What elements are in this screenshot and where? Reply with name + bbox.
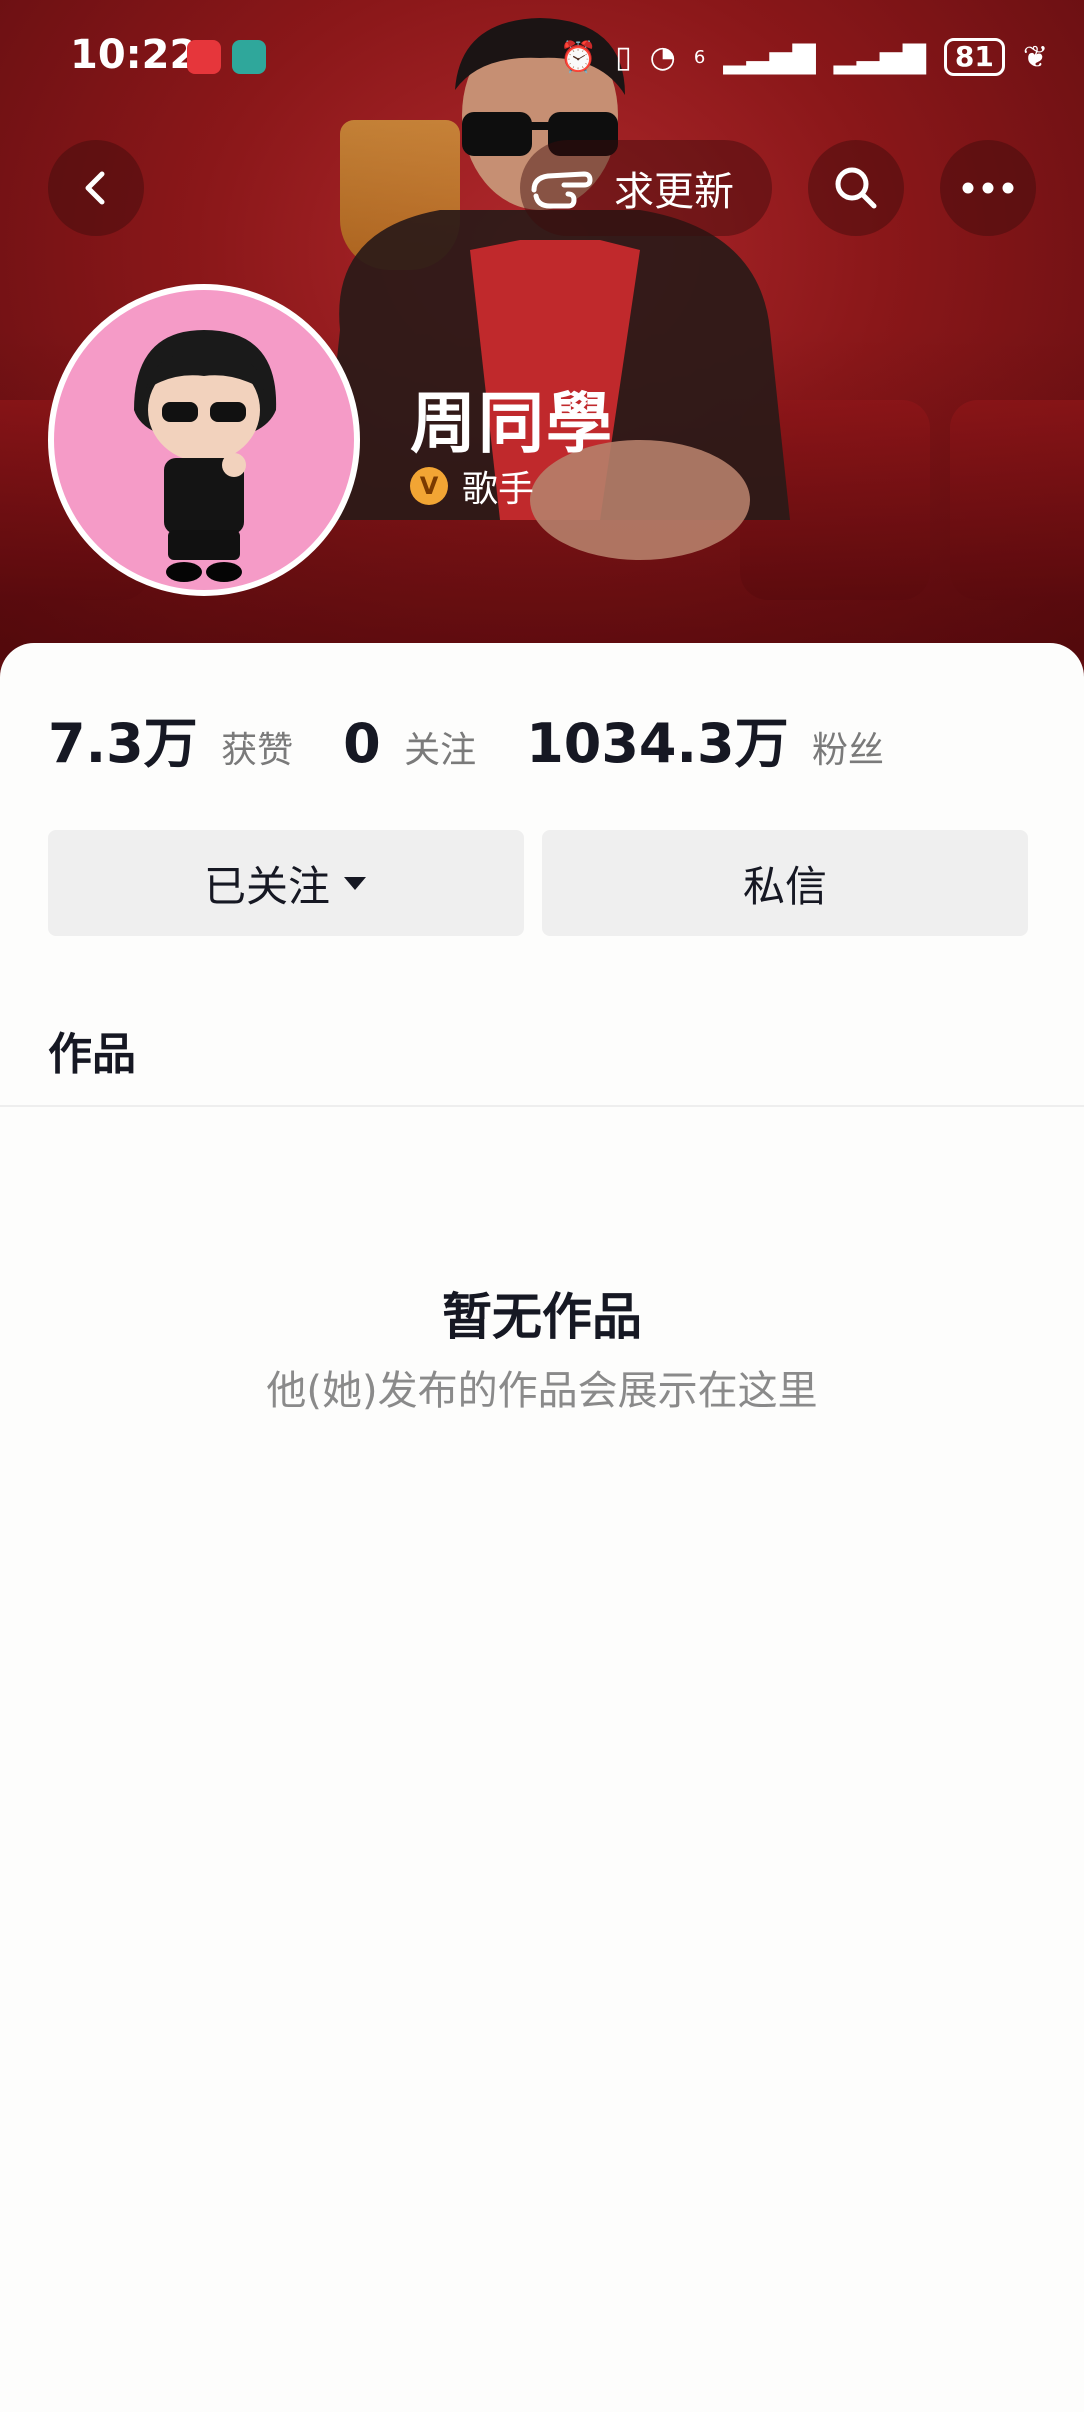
followed-label: 已关注 [203, 861, 330, 911]
divider [0, 1105, 1084, 1107]
signal-icon: ▂▃▅▇ [723, 39, 816, 75]
status-time: 10:22 [70, 32, 198, 78]
leaf-icon: ❦ [1022, 39, 1048, 75]
alarm-icon: ⏰ [559, 39, 598, 75]
huawei-app-icon [187, 40, 221, 74]
tab-works[interactable]: 作品 [48, 1018, 136, 1082]
following-label: 关注 [404, 730, 477, 771]
verified-badge-icon: V [410, 467, 448, 505]
empty-state-title: 暂无作品 [442, 1288, 642, 1346]
followers-label: 粉丝 [812, 730, 885, 771]
status-bar: 10:22 ⏰ ▯ ◔ 6 ▂▃▅▇ ▂▃▅▇ 81 ❦ [0, 28, 1084, 88]
empty-state-subtitle: 他(她)发布的作品会展示在这里 [266, 1368, 818, 1414]
profile-name: 周同學 [410, 385, 614, 462]
back-button[interactable] [48, 140, 144, 236]
role-label: 歌手 [462, 469, 535, 510]
chevron-left-icon [85, 171, 105, 205]
likes-label: 获赞 [221, 730, 294, 771]
profile-content-card: 7.3万 获赞 0 关注 1034.3万 粉丝 已关注 私信 作品 暂无作品 他… [0, 643, 1084, 2412]
vibrate-icon: ▯ [615, 39, 632, 75]
more-options-button[interactable] [940, 140, 1036, 236]
battery-indicator: 81 [943, 38, 1005, 76]
followers-stat[interactable]: 1034.3万 粉丝 [526, 699, 884, 778]
following-stat[interactable]: 0 关注 [343, 712, 476, 775]
avatar[interactable] [48, 284, 360, 596]
followed-button[interactable]: 已关注 [48, 830, 524, 936]
likes-count: 7.3万 [48, 712, 198, 775]
pointing-hand-icon [531, 171, 593, 209]
wifi-icon: ◔ [649, 39, 676, 75]
message-button[interactable]: 私信 [542, 830, 1028, 936]
message-label: 私信 [742, 861, 827, 911]
more-horizontal-icon [962, 182, 1014, 194]
status-icons: ⏰ ▯ ◔ 6 ▂▃▅▇ ▂▃▅▇ 81 ❦ [560, 38, 1048, 76]
search-button[interactable] [808, 140, 904, 236]
cartoon-avatar-image [134, 330, 277, 582]
request-update-label: 求更新 [614, 169, 734, 215]
profile-stats: 7.3万 获赞 0 关注 1034.3万 粉丝 [48, 699, 934, 778]
boss-zhipin-app-icon [232, 40, 266, 74]
signal-icon: ▂▃▅▇ [833, 39, 926, 75]
caret-down-icon [344, 877, 366, 890]
following-count: 0 [343, 712, 381, 775]
search-icon [835, 167, 877, 209]
followers-count: 1034.3万 [526, 712, 789, 775]
network-type-label: 6 [693, 46, 706, 68]
likes-stat[interactable]: 7.3万 获赞 [48, 699, 293, 778]
profile-role: V 歌手 [410, 460, 534, 512]
request-update-button[interactable]: 求更新 [520, 140, 772, 236]
